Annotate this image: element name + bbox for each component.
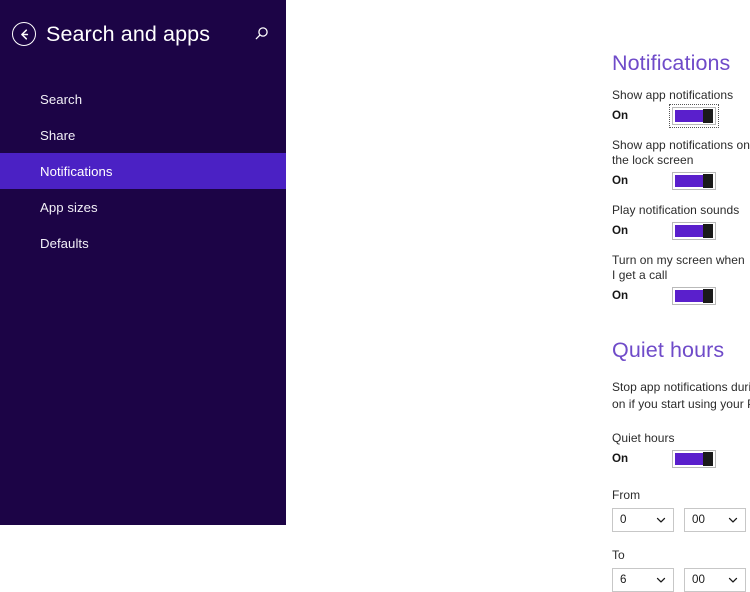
toggle-state-label: On (612, 452, 629, 465)
from-minute-value: 00 (692, 513, 705, 526)
pc-settings-window: Search and apps Search Share Notificatio… (0, 0, 750, 592)
from-label: From (612, 488, 641, 502)
toggle-state-label: On (612, 174, 629, 187)
toggle-track (675, 175, 703, 187)
toggle-row: On (612, 171, 750, 191)
toggle-thumb (703, 109, 713, 123)
notifications-section-heading: Notifications (612, 51, 731, 75)
to-label: To (612, 548, 625, 562)
toggle-state-label: On (612, 289, 629, 302)
chevron-down-icon (656, 515, 666, 525)
sidebar-nav: Search Share Notifications App sizes Def… (0, 81, 286, 261)
to-hour-value: 6 (620, 573, 627, 586)
toggle-row: On (612, 286, 750, 306)
to-minute-value: 00 (692, 573, 705, 586)
toggle-state-label: On (612, 224, 629, 237)
to-minute-select[interactable]: 00 (684, 568, 746, 592)
toggle-switch-quiet-hours[interactable] (672, 450, 716, 468)
toggle-switch-notification-sounds[interactable] (672, 222, 716, 240)
setting-label: Show app notifications on the lock scree… (612, 138, 750, 167)
toggle-switch-screen-on-call[interactable] (672, 287, 716, 305)
sidebar-item-label: Defaults (40, 235, 89, 251)
toggle-track (675, 290, 703, 302)
quiet-hours-from-group: From 0 00 (612, 488, 750, 532)
sidebar: Search and apps Search Share Notificatio… (0, 0, 286, 525)
to-select-row: 6 00 (612, 568, 750, 592)
to-hour-select[interactable]: 6 (612, 568, 674, 592)
toggle-thumb (703, 174, 713, 188)
toggle-thumb (703, 289, 713, 303)
toggle-row: On (612, 221, 750, 241)
setting-label: Show app notifications (612, 88, 734, 102)
sidebar-item-label: App sizes (40, 199, 98, 215)
toggle-state-label: On (612, 109, 629, 122)
toggle-thumb (703, 452, 713, 466)
back-arrow-icon[interactable] (12, 22, 36, 46)
setting-lock-screen-notifications: Show app notifications on the lock scree… (612, 138, 750, 191)
from-select-row: 0 00 (612, 508, 750, 532)
sidebar-item-defaults[interactable]: Defaults (0, 225, 286, 261)
setting-label: Play notification sounds (612, 203, 740, 217)
setting-label: Turn on my screen when I get a call (612, 253, 745, 282)
chevron-down-icon (656, 575, 666, 585)
toggle-row: On (612, 449, 750, 469)
sidebar-header: Search and apps (0, 0, 286, 68)
from-hour-select[interactable]: 0 (612, 508, 674, 532)
sidebar-item-share[interactable]: Share (0, 117, 286, 153)
toggle-thumb (703, 224, 713, 238)
search-icon[interactable] (250, 23, 272, 45)
setting-label: Quiet hours (612, 431, 675, 445)
toggle-switch-lock-screen-notifications[interactable] (672, 172, 716, 190)
page-title: Search and apps (46, 21, 211, 46)
settings-content-panel: Notifications Show app notifications On … (286, 0, 750, 592)
setting-show-app-notifications: Show app notifications On (612, 88, 750, 128)
toggle-switch-show-app-notifications[interactable] (669, 104, 719, 128)
from-minute-select[interactable]: 00 (684, 508, 746, 532)
sidebar-item-notifications[interactable]: Notifications (0, 153, 286, 189)
toggle-row: On (612, 104, 750, 128)
toggle-track (675, 225, 703, 237)
setting-screen-on-call: Turn on my screen when I get a call On (612, 253, 750, 306)
sidebar-item-label: Share (40, 127, 76, 143)
setting-quiet-hours: Quiet hours On (612, 431, 750, 469)
sidebar-item-label: Notifications (40, 163, 113, 179)
sidebar-item-app-sizes[interactable]: App sizes (0, 189, 286, 225)
sidebar-item-label: Search (40, 91, 83, 107)
from-hour-value: 0 (620, 513, 627, 526)
toggle-track (675, 110, 703, 122)
quiet-hours-section-heading: Quiet hours (612, 338, 725, 362)
toggle-track (675, 453, 703, 465)
quiet-hours-description: Stop app notifications during certain ho… (612, 380, 750, 411)
setting-notification-sounds: Play notification sounds On (612, 203, 750, 241)
quiet-hours-to-group: To 6 00 (612, 548, 750, 592)
sidebar-item-search[interactable]: Search (0, 81, 286, 117)
chevron-down-icon (728, 515, 738, 525)
chevron-down-icon (728, 575, 738, 585)
